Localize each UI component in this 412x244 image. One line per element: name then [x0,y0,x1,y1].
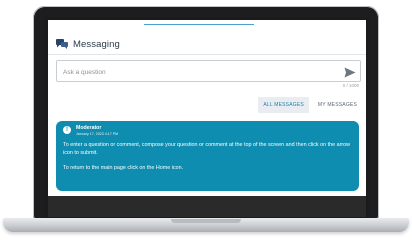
message-paragraph: To enter a question or comment, compose … [63,142,351,156]
question-box [56,60,361,82]
message-paragraph: To return to the main page click on the … [63,165,184,171]
tab-all-messages[interactable]: ALL MESSAGES [258,97,309,113]
message-timestamp: January 17, 2023 4:17 PM [76,132,119,136]
message-card: ! Moderator January 17, 2023 4:17 PM To … [56,121,359,191]
chat-bubbles-icon [56,39,68,49]
character-counter: 0 / 1000 [342,83,359,88]
question-input[interactable] [57,63,339,82]
app-screen: Messaging 0 / 1000 ALL MESSAGES MY MESSA… [48,20,366,217]
message-tabs: ALL MESSAGES MY MESSAGES [258,97,362,113]
message-author: Moderator [76,125,102,131]
send-arrow-icon[interactable] [344,65,356,78]
message-body: To enter a question or comment, compose … [63,141,355,172]
tab-my-messages[interactable]: MY MESSAGES [313,97,362,113]
top-accent-line [144,24,254,25]
laptop-notch [171,219,241,223]
info-icon: ! [63,126,71,134]
header-divider [48,54,366,55]
page-title: Messaging [73,38,120,50]
messaging-header: Messaging [56,36,120,52]
screen-bottom-strip [48,196,366,217]
